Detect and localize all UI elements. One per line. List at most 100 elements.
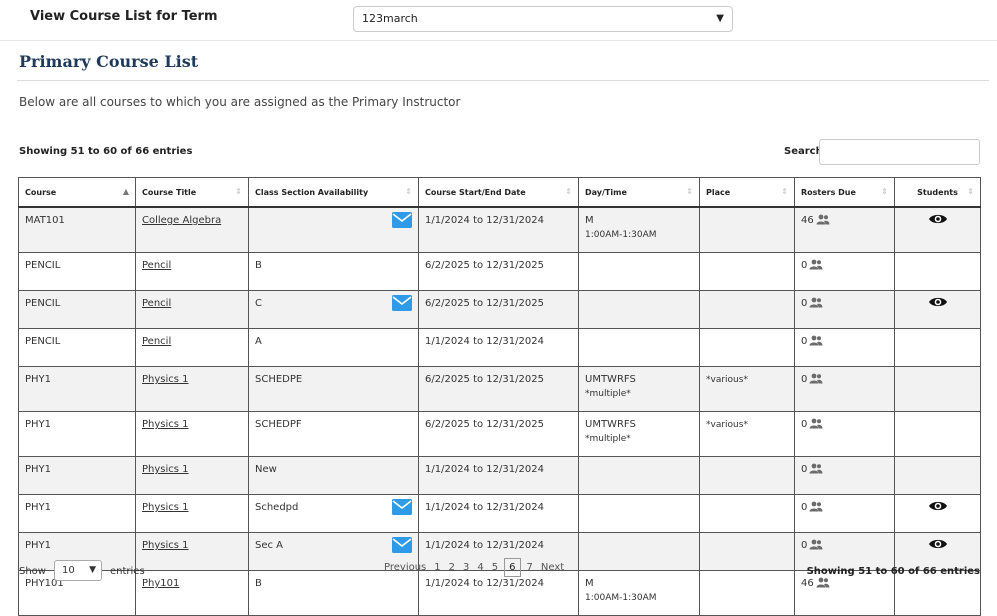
users-icon[interactable] — [809, 297, 823, 308]
column-header-course[interactable]: Course ▲ — [18, 177, 136, 208]
course-title-cell: Physics 1 — [135, 411, 249, 457]
sort-icon: ⇕ — [967, 187, 974, 196]
column-header-students[interactable]: Students ⇕ — [894, 177, 981, 208]
rosters-count: 0 — [801, 298, 808, 309]
course-dates: 6/2/2025 to 12/31/2025 — [418, 366, 579, 412]
sort-icon: ⇕ — [565, 187, 572, 196]
course-code: PHY1 — [18, 494, 136, 533]
rosters-count: 0 — [801, 502, 808, 513]
place-cell — [699, 570, 795, 616]
term-select[interactable]: 123march ▼ — [353, 6, 733, 32]
mail-icon[interactable] — [392, 499, 412, 515]
course-code: MAT101 — [18, 206, 136, 253]
table-row: PENCIL Pencil A 1/1/2024 to 12/31/2024 0 — [18, 328, 981, 367]
course-title-link[interactable]: Physics 1 — [142, 464, 189, 475]
users-icon[interactable] — [809, 373, 823, 384]
page-link[interactable]: 7 — [523, 558, 537, 577]
course-code: PENCIL — [18, 328, 136, 367]
pagination: Previous 1 2 3 4 5 6 7 Next — [380, 558, 568, 577]
course-title-link[interactable]: Pencil — [142, 336, 171, 347]
section-name: A — [255, 336, 262, 347]
students-cell — [894, 570, 981, 616]
course-title-link[interactable]: College Algebra — [142, 215, 221, 226]
rosters-due-cell: 46 — [794, 206, 895, 253]
eye-icon[interactable] — [928, 499, 948, 513]
time-text: *multiple* — [585, 389, 631, 399]
section-cell: SCHEDPE — [248, 366, 419, 412]
rosters-due-cell: 0 — [794, 328, 895, 367]
place-cell — [699, 206, 795, 253]
students-cell — [894, 328, 981, 367]
current-page-link[interactable]: 6 — [504, 558, 521, 577]
column-header-section[interactable]: Class Section Availability ⇕ — [248, 177, 419, 208]
students-cell — [894, 456, 981, 495]
chevron-down-icon: ▼ — [716, 13, 724, 24]
day-text: M — [585, 215, 594, 226]
page-title: Primary Course List — [19, 52, 199, 71]
previous-page-link[interactable]: Previous — [380, 558, 430, 577]
column-header-rosters-due[interactable]: Rosters Due ⇕ — [794, 177, 895, 208]
entries-per-page-value: 10 — [62, 565, 75, 576]
course-title-link[interactable]: Phy101 — [142, 578, 179, 589]
length-entries-label: entries — [110, 566, 145, 577]
entries-per-page-select[interactable]: 10 ▼ — [54, 560, 102, 581]
rosters-due-cell: 0 — [794, 290, 895, 329]
rosters-count: 0 — [801, 336, 808, 347]
eye-icon[interactable] — [928, 212, 948, 226]
course-title-cell: Pencil — [135, 328, 249, 367]
mail-icon[interactable] — [392, 537, 412, 553]
page-link[interactable]: 3 — [459, 558, 473, 577]
day-time-cell: UMTWRFS *multiple* — [578, 411, 700, 457]
place-cell — [699, 494, 795, 533]
course-title-link[interactable]: Physics 1 — [142, 374, 189, 385]
course-title-link[interactable]: Physics 1 — [142, 502, 189, 513]
users-icon[interactable] — [816, 214, 830, 225]
users-icon[interactable] — [809, 259, 823, 270]
users-icon[interactable] — [809, 418, 823, 429]
page-link[interactable]: 1 — [430, 558, 444, 577]
course-title-link[interactable]: Physics 1 — [142, 540, 189, 551]
section-cell: A — [248, 328, 419, 367]
users-icon[interactable] — [809, 539, 823, 550]
day-text: M — [585, 578, 594, 589]
students-cell — [894, 252, 981, 291]
term-select-value: 123march — [362, 12, 418, 25]
course-title-link[interactable]: Physics 1 — [142, 419, 189, 430]
users-icon[interactable] — [809, 501, 823, 512]
page-link[interactable]: 4 — [473, 558, 487, 577]
eye-icon[interactable] — [928, 537, 948, 551]
term-label: View Course List for Term — [30, 9, 218, 24]
course-title-link[interactable]: Pencil — [142, 298, 171, 309]
mail-icon[interactable] — [392, 295, 412, 311]
course-title-cell: Physics 1 — [135, 494, 249, 533]
next-page-link[interactable]: Next — [537, 558, 568, 577]
section-cell: B — [248, 252, 419, 291]
eye-icon[interactable] — [928, 295, 948, 309]
column-header-place[interactable]: Place ⇕ — [699, 177, 795, 208]
students-cell — [894, 206, 981, 253]
place-cell — [699, 456, 795, 495]
section-name: C — [255, 298, 262, 309]
section-cell: SCHEDPF — [248, 411, 419, 457]
users-icon[interactable] — [809, 335, 823, 346]
table-row: PENCIL Pencil B 6/2/2025 to 12/31/2025 0 — [18, 252, 981, 291]
column-header-course-title[interactable]: Course Title ⇕ — [135, 177, 249, 208]
course-title-cell: Physics 1 — [135, 532, 249, 571]
day-time-cell — [578, 532, 700, 571]
users-icon[interactable] — [816, 577, 830, 588]
search-label: Search — [784, 146, 823, 157]
time-text: *multiple* — [585, 434, 631, 444]
search-input[interactable] — [819, 139, 980, 165]
students-cell — [894, 411, 981, 457]
page-link[interactable]: 2 — [445, 558, 459, 577]
page-link[interactable]: 5 — [488, 558, 502, 577]
rosters-count: 0 — [801, 540, 808, 551]
rosters-due-cell: 0 — [794, 532, 895, 571]
mail-icon[interactable] — [392, 212, 412, 228]
column-header-day-time[interactable]: Day/Time ⇕ — [578, 177, 700, 208]
students-cell — [894, 290, 981, 329]
users-icon[interactable] — [809, 463, 823, 474]
students-cell — [894, 532, 981, 571]
column-header-dates[interactable]: Course Start/End Date ⇕ — [418, 177, 579, 208]
course-title-link[interactable]: Pencil — [142, 260, 171, 271]
